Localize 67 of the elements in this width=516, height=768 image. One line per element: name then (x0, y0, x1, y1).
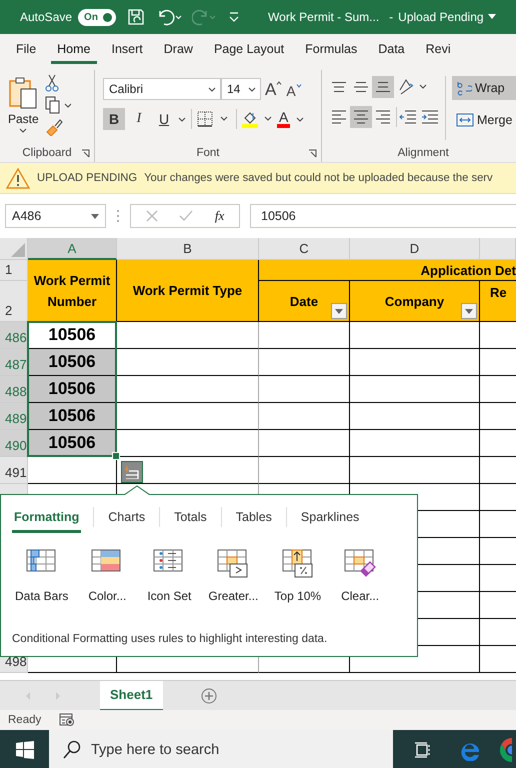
row-header[interactable]: 489 (0, 403, 28, 430)
message-title: UPLOAD PENDING (37, 172, 138, 184)
formatting-option[interactable]: Color... (84, 549, 130, 603)
panel-description: Conditional Formatting uses rules to highlight interesting data. (12, 633, 328, 645)
table-header-cell: Re (480, 281, 516, 322)
upload-status: Upload Pending (398, 10, 484, 24)
font-size-field[interactable]: 14 (221, 78, 261, 100)
shrink-font-button[interactable]: A (286, 80, 302, 98)
row-header[interactable]: 488 (0, 376, 28, 403)
table-header-cell: Date (259, 281, 350, 322)
group-label: Alignment (398, 147, 449, 159)
table-cell: 10506 (28, 376, 117, 403)
ribbon-tab[interactable]: Page Layout (208, 36, 290, 64)
row-header[interactable]: 487 (0, 349, 28, 376)
formatting-option[interactable]: Top 10% (274, 549, 322, 603)
sheet-tab[interactable]: Sheet1 (100, 680, 163, 710)
insert-function-button[interactable]: fx (214, 208, 224, 224)
group-label: Clipboard (22, 147, 72, 159)
italic-button[interactable]: I (128, 108, 150, 130)
ribbon-tab[interactable]: Draw (158, 36, 199, 64)
panel-tab[interactable]: Totals (172, 508, 209, 532)
row-header[interactable]: 486 (0, 322, 28, 349)
ribbon-tab[interactable]: Data (372, 36, 411, 64)
grow-font-button[interactable]: A (265, 80, 282, 98)
font-name-field[interactable]: Calibri (103, 78, 221, 100)
wrap-text-button[interactable]: Wrap (452, 76, 516, 100)
row-header[interactable]: 1 (0, 260, 28, 281)
row-header[interactable]: 490 (0, 430, 28, 457)
ribbon-tab[interactable]: Formulas (299, 36, 364, 64)
ribbon-tab[interactable]: Revi (420, 36, 457, 64)
table-header-cell: Work Permit Type (117, 260, 259, 322)
ribbon-tab[interactable]: File (10, 36, 42, 64)
column-header[interactable]: D (350, 238, 480, 260)
formatting-option[interactable]: Icon Set (146, 549, 192, 603)
document-title: Work Permit - Sum... (268, 10, 380, 24)
bold-button[interactable]: B (103, 108, 125, 130)
title-separator: - (389, 10, 394, 24)
merge-button[interactable]: Merge (452, 108, 516, 132)
column-header[interactable]: A (28, 238, 117, 260)
taskbar-search-field[interactable]: Type here to search (49, 730, 393, 768)
table-header-cell: Work Permit Number (28, 260, 117, 322)
autosave-label: AutoSave (20, 10, 72, 24)
column-header[interactable]: B (117, 238, 259, 260)
underline-button[interactable]: U (153, 108, 175, 130)
row-header[interactable]: 2 (0, 281, 28, 322)
table-header-cell: Application Det (259, 260, 516, 281)
table-cell: 10506 (28, 349, 117, 376)
paste-button[interactable]: Paste (8, 72, 39, 144)
row-header[interactable]: 491 (0, 457, 28, 484)
message-text: Your changes were saved but could not be uploaded because the serv (144, 172, 493, 184)
autosave-toggle[interactable]: On (78, 8, 116, 26)
name-box[interactable]: A486 (5, 204, 106, 228)
font-color-button[interactable]: A (277, 110, 304, 128)
formatting-option[interactable]: Greater... (208, 549, 258, 603)
panel-tab[interactable]: Charts (106, 508, 148, 532)
formatting-option[interactable]: Data Bars (15, 549, 68, 603)
ribbon-tab[interactable]: Insert (106, 36, 149, 64)
table-header-cell: Company (350, 281, 480, 322)
formatting-option[interactable]: Clear... (337, 549, 384, 603)
panel-tab[interactable]: Sparklines (298, 508, 362, 532)
panel-tab[interactable]: Tables (234, 508, 274, 532)
column-header[interactable]: C (259, 238, 350, 260)
table-cell: 10506 (28, 403, 117, 430)
formula-field[interactable]: 10506 (250, 204, 516, 228)
panel-tab[interactable]: Formatting (12, 508, 82, 532)
group-label: Font (196, 147, 220, 159)
status-text: Ready (8, 714, 42, 726)
